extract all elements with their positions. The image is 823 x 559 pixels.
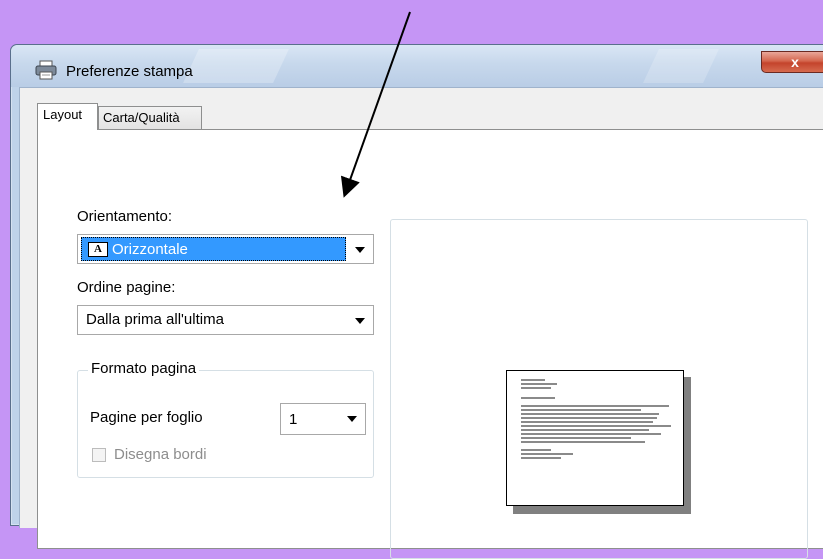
preview-page xyxy=(506,370,684,506)
page-order-value: Dalla prima all'ultima xyxy=(86,311,224,328)
chevron-down-icon[interactable] xyxy=(355,247,365,253)
orientation-selected-value: A Orizzontale xyxy=(81,237,346,261)
tab-carta-qualita[interactable]: Carta/Qualità xyxy=(98,106,202,129)
draw-borders-label: Disegna bordi xyxy=(114,446,207,463)
printer-icon xyxy=(35,60,57,80)
pages-per-sheet-value: 1 xyxy=(289,411,298,428)
window-title: Preferenze stampa xyxy=(66,63,193,80)
page-order-label: Ordine pagine: xyxy=(77,279,176,296)
chevron-down-icon[interactable] xyxy=(355,318,365,324)
page-order-dropdown[interactable]: Dalla prima all'ultima xyxy=(77,305,374,335)
print-preferences-window: Preferenze stampa x Layout Carta/Qualità… xyxy=(10,44,823,559)
dialog-client-area: Layout Carta/Qualità Orientamento: A Ori… xyxy=(19,87,823,559)
page-preview xyxy=(390,219,808,559)
orientation-dropdown[interactable]: A Orizzontale xyxy=(77,234,374,264)
pages-per-sheet-dropdown[interactable]: 1 xyxy=(280,403,366,435)
landscape-page-icon: A xyxy=(88,242,108,257)
draw-borders-checkbox[interactable] xyxy=(92,448,106,462)
chevron-down-icon[interactable] xyxy=(347,416,357,422)
page-format-group: Formato pagina Pagine per foglio 1 Diseg… xyxy=(77,360,374,478)
title-bar[interactable]: Preferenze stampa x xyxy=(11,45,823,87)
orientation-value: Orizzontale xyxy=(112,241,188,258)
close-button[interactable]: x xyxy=(761,51,823,73)
layout-tab-panel: Orientamento: A Orizzontale Ordine pagin… xyxy=(37,129,823,559)
page-format-legend: Formato pagina xyxy=(88,360,200,377)
pages-per-sheet-label: Pagine per foglio xyxy=(90,409,203,426)
tab-layout[interactable]: Layout xyxy=(37,103,98,130)
orientation-label: Orientamento: xyxy=(77,208,173,225)
close-icon: x xyxy=(791,54,799,70)
